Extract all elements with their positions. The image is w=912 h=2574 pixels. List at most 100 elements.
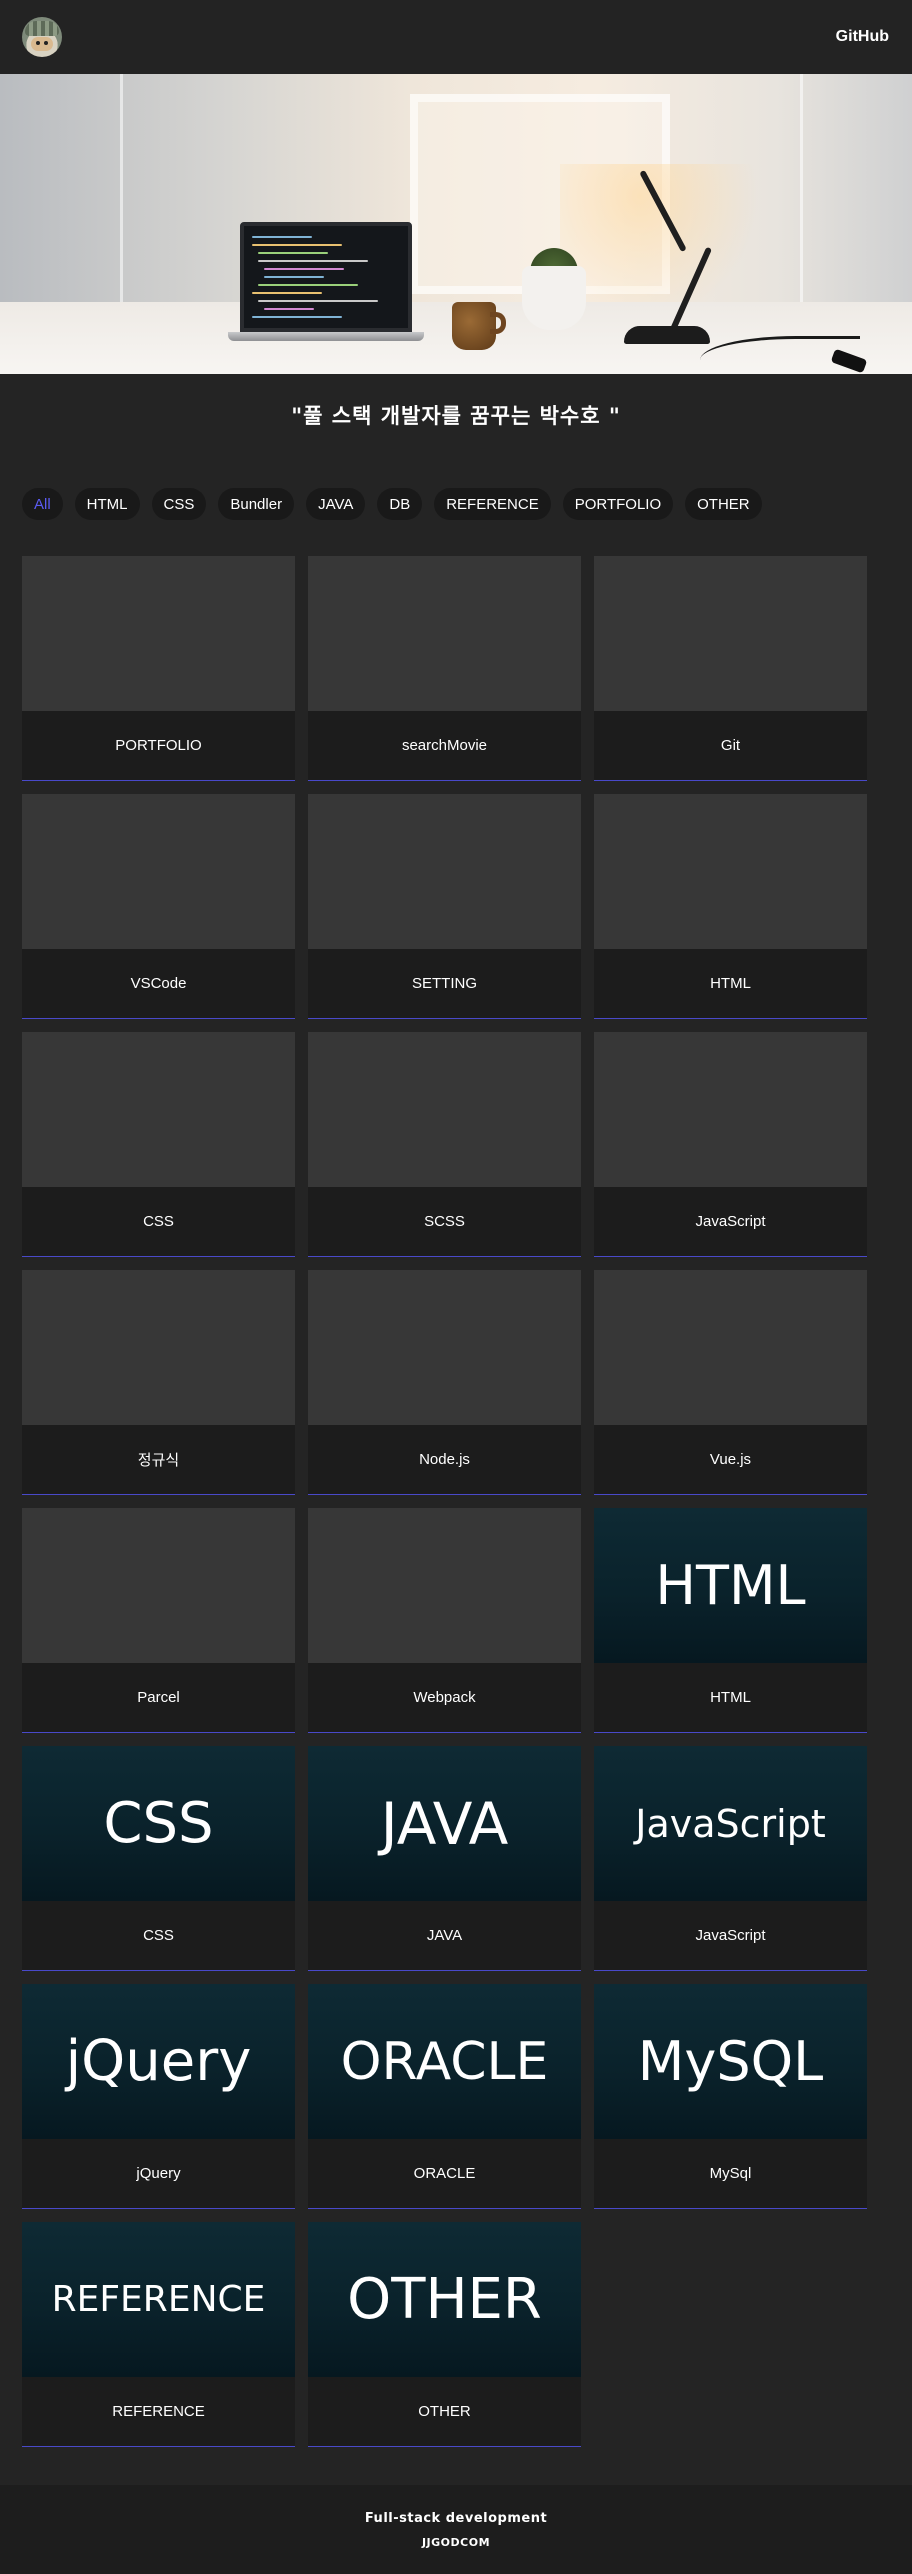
card-caption: jQuery bbox=[22, 2139, 295, 2209]
filter-db[interactable]: DB bbox=[377, 488, 423, 520]
project-card[interactable]: SETTING bbox=[308, 794, 581, 1019]
card-thumbnail bbox=[22, 556, 295, 711]
card-thumbnail bbox=[308, 794, 581, 949]
card-caption: CSS bbox=[22, 1187, 295, 1257]
github-link[interactable]: GitHub bbox=[836, 28, 889, 46]
footer-tagline: Full-stack development bbox=[364, 2511, 548, 2526]
filter-html[interactable]: HTML bbox=[74, 488, 140, 520]
project-card[interactable]: OTHER OTHER bbox=[308, 2222, 581, 2447]
code-line bbox=[252, 244, 342, 246]
card-thumbnail bbox=[308, 1270, 581, 1425]
project-card[interactable]: CSS bbox=[22, 1032, 295, 1257]
card-thumbnail bbox=[308, 1032, 581, 1187]
card-caption: REFERENCE bbox=[22, 2377, 295, 2447]
card-thumbnail bbox=[22, 794, 295, 949]
project-card[interactable]: HTML HTML bbox=[594, 1508, 867, 1733]
logo-cap bbox=[25, 21, 59, 36]
card-thumbnail-text: ORACLE bbox=[340, 2031, 549, 2092]
card-caption: Node.js bbox=[308, 1425, 581, 1495]
project-card[interactable]: Webpack bbox=[308, 1508, 581, 1733]
project-card[interactable]: PORTFOLIO bbox=[22, 556, 295, 781]
filter-reference[interactable]: REFERENCE bbox=[434, 488, 551, 520]
project-card[interactable]: ORACLE ORACLE bbox=[308, 1984, 581, 2209]
card-thumbnail: OTHER bbox=[308, 2222, 581, 2377]
card-caption: searchMovie bbox=[308, 711, 581, 781]
code-line bbox=[264, 268, 344, 270]
filter-java[interactable]: JAVA bbox=[306, 488, 366, 520]
code-line bbox=[264, 276, 324, 278]
project-card[interactable]: jQuery jQuery bbox=[22, 1984, 295, 2209]
project-card[interactable]: MySQL MySql bbox=[594, 1984, 867, 2209]
card-thumbnail bbox=[594, 556, 867, 711]
code-line bbox=[258, 284, 358, 286]
card-thumbnail-text: HTML bbox=[655, 1553, 806, 1617]
project-card[interactable]: SCSS bbox=[308, 1032, 581, 1257]
project-card[interactable]: REFERENCE REFERENCE bbox=[22, 2222, 295, 2447]
lamp-glow bbox=[560, 164, 760, 324]
card-caption: HTML bbox=[594, 1663, 867, 1733]
category-filter-bar: All HTML CSS Bundler JAVA DB REFERENCE PORTFOLI… bbox=[22, 488, 762, 520]
project-card[interactable]: Vue.js bbox=[594, 1270, 867, 1495]
card-caption: JavaScript bbox=[594, 1187, 867, 1257]
lamp-base bbox=[624, 326, 710, 344]
card-caption: VSCode bbox=[22, 949, 295, 1019]
logo-eye-left bbox=[36, 41, 40, 45]
card-thumbnail: JavaScript bbox=[594, 1746, 867, 1901]
card-thumbnail bbox=[22, 1508, 295, 1663]
filter-css[interactable]: CSS bbox=[151, 488, 207, 520]
filter-bundler[interactable]: Bundler bbox=[218, 488, 295, 520]
card-thumbnail-text: MySQL bbox=[637, 2029, 824, 2093]
project-card[interactable]: Git bbox=[594, 556, 867, 781]
card-thumbnail bbox=[22, 1032, 295, 1187]
card-thumbnail: CSS bbox=[22, 1746, 295, 1901]
site-footer: Full-stack development JJGODCOM bbox=[0, 2485, 912, 2574]
card-grid: PORTFOLIO searchMovie Git VSCode SETTING HTML… bbox=[22, 556, 867, 2447]
project-card[interactable]: JAVA JAVA bbox=[308, 1746, 581, 1971]
site-header: GitHub bbox=[0, 0, 912, 74]
card-thumbnail-text: JavaScript bbox=[635, 1801, 826, 1846]
card-caption: 정규식 bbox=[22, 1425, 295, 1495]
project-card[interactable]: 정규식 bbox=[22, 1270, 295, 1495]
card-thumbnail-text: JAVA bbox=[380, 1789, 509, 1858]
card-thumbnail bbox=[308, 1508, 581, 1663]
code-line bbox=[258, 300, 378, 302]
project-card[interactable]: JavaScript bbox=[594, 1032, 867, 1257]
filter-all[interactable]: All bbox=[22, 488, 63, 520]
laptop-screen bbox=[240, 222, 412, 332]
card-thumbnail: REFERENCE bbox=[22, 2222, 295, 2377]
card-thumbnail bbox=[594, 1032, 867, 1187]
card-caption: SCSS bbox=[308, 1187, 581, 1257]
card-caption: HTML bbox=[594, 949, 867, 1019]
code-line bbox=[258, 260, 368, 262]
slogan-text: "풀 스택 개발자를 꿈꾸는 박수호 " bbox=[291, 404, 621, 428]
project-card[interactable]: JavaScript JavaScript bbox=[594, 1746, 867, 1971]
code-line bbox=[252, 292, 322, 294]
logo-face bbox=[31, 37, 53, 51]
card-thumbnail bbox=[308, 556, 581, 711]
project-card[interactable]: CSS CSS bbox=[22, 1746, 295, 1971]
card-caption: OTHER bbox=[308, 2377, 581, 2447]
logo-eye-right bbox=[44, 41, 48, 45]
laptop-base bbox=[228, 332, 424, 341]
project-card[interactable]: Parcel bbox=[22, 1508, 295, 1733]
hero-image bbox=[0, 74, 912, 374]
code-line bbox=[252, 316, 342, 318]
card-thumbnail: jQuery bbox=[22, 1984, 295, 2139]
filter-portfolio[interactable]: PORTFOLIO bbox=[562, 488, 674, 520]
card-caption: JAVA bbox=[308, 1901, 581, 1971]
card-thumbnail-text: OTHER bbox=[347, 2266, 542, 2332]
project-card[interactable]: VSCode bbox=[22, 794, 295, 1019]
filter-other[interactable]: OTHER bbox=[685, 488, 762, 520]
project-card[interactable]: searchMovie bbox=[308, 556, 581, 781]
avatar-logo-icon[interactable] bbox=[22, 17, 62, 57]
card-caption: MySql bbox=[594, 2139, 867, 2209]
card-caption: SETTING bbox=[308, 949, 581, 1019]
card-thumbnail: ORACLE bbox=[308, 1984, 581, 2139]
card-thumbnail-text: CSS bbox=[103, 1790, 214, 1856]
code-line bbox=[264, 308, 314, 310]
project-card[interactable]: Node.js bbox=[308, 1270, 581, 1495]
card-caption: Git bbox=[594, 711, 867, 781]
plant-pot bbox=[522, 266, 586, 330]
project-card[interactable]: HTML bbox=[594, 794, 867, 1019]
card-thumbnail bbox=[594, 794, 867, 949]
